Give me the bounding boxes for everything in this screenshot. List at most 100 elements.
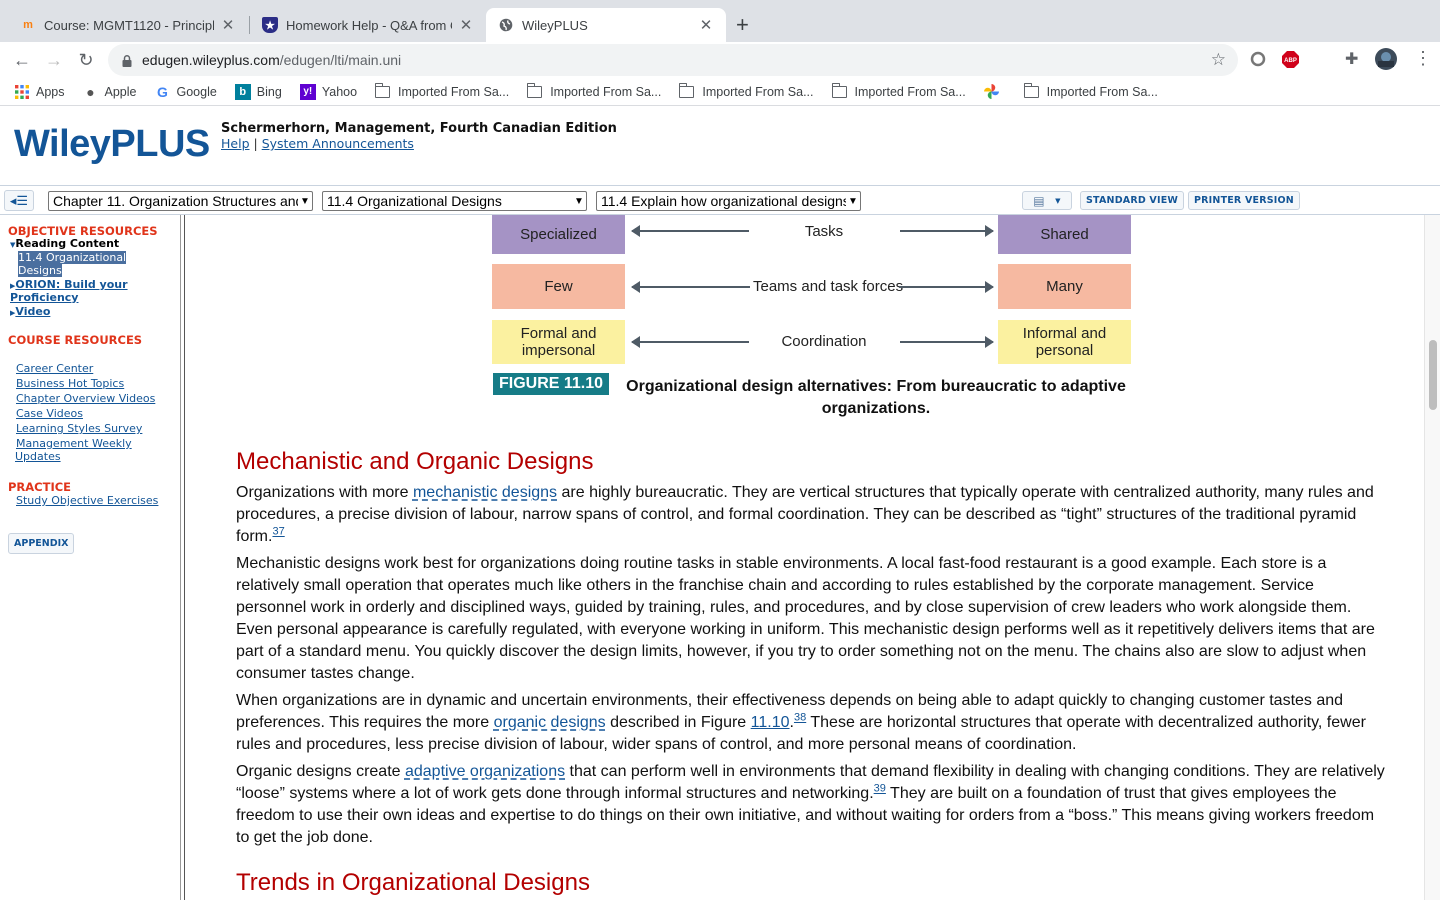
globe-icon [498,17,514,33]
apple-icon: ● [86,83,95,100]
system-announcements-link[interactable]: System Announcements [262,136,414,151]
wileyplus-logo[interactable]: WileyPLUS [14,123,210,166]
tab-title: Course: MGMT1120 - Principles [44,17,214,33]
bookmark-apple[interactable]: ● Apple [83,83,136,100]
bookmark-label: Google [176,84,217,99]
section-heading-mechanistic-organic: Mechanistic and Organic Designs [236,448,594,475]
paragraph-2: Mechanistic designs work best for organi… [236,555,1375,682]
close-icon[interactable]: ✕ [220,16,236,34]
glossary-link-mechanistic-designs[interactable]: mechanistic designs [413,484,557,501]
orion-link[interactable]: ▶ORION: Build your Proficiency [10,278,128,304]
page-options-dropdown[interactable]: ▤ ▼ [1022,191,1072,210]
bookmark-label: Imported From Sa... [398,84,510,99]
sidebar-link-case-videos[interactable]: Case Videos [16,407,83,420]
folder-icon [375,82,391,98]
section-heading-trends: Trends in Organizational Designs [236,869,590,896]
new-tab-button[interactable]: + [736,12,749,38]
lock-icon [122,54,132,67]
bookmark-apps[interactable]: Apps [14,84,65,100]
tab-title: Homework Help - Q&A from Online [286,17,452,33]
chapter-select[interactable]: Chapter 11. Organization Structures and … [48,191,313,211]
chevron-down-icon: ▼ [848,195,858,207]
reload-icon[interactable]: ↻ [76,50,96,71]
bookmark-label: Imported From Sa... [550,84,662,99]
sidebar-link-study-objective-exercises[interactable]: Study Objective Exercises [16,494,158,507]
extension-circle-icon[interactable] [1250,51,1266,72]
text: Organizations with more [236,484,413,501]
address-bar[interactable]: edugen.wileyplus.com/edugen/lti/main.uni… [108,44,1238,76]
chrome-menu-icon[interactable]: ⋮ [1414,48,1432,69]
arrow-right-icon [899,281,994,293]
figure-box-text-line: Informal and [1022,325,1107,342]
glossary-link-organic-designs[interactable]: organic designs [494,714,606,731]
browser-toolbar: ← → ↻ edugen.wileyplus.com/edugen/lti/ma… [0,42,1440,78]
profile-avatar[interactable] [1375,48,1397,75]
figure-box-many: Many [998,264,1131,309]
figure-label-tasks: Tasks [804,223,844,240]
collapse-sidebar-button[interactable]: ◂☰ [4,190,34,211]
bookmark-label: Imported From Sa... [854,84,966,99]
printer-version-button[interactable]: PRINTER VERSION [1188,191,1300,210]
sidebar-link-business-hot-topics[interactable]: Business Hot Topics [16,377,124,390]
close-icon[interactable]: ✕ [458,16,474,34]
figure-box-specialized: Specialized [492,215,625,254]
bookmark-label: Yahoo [321,84,358,99]
tab-homework-help[interactable]: ★ Homework Help - Q&A from Online ✕ [250,8,486,42]
bookmark-label: Imported From Sa... [1046,84,1158,99]
figure-box-shared: Shared [998,215,1131,254]
bookmark-star-icon[interactable]: ☆ [1211,50,1226,70]
bookmark-photos[interactable] [984,84,1006,100]
link-separator: | [253,136,258,151]
left-sidebar: OBJECTIVE RESOURCES ▼Reading Content 11.… [0,215,181,900]
section-select-value: 11.4 Organizational Designs [327,193,502,209]
section-select[interactable]: 11.4 Organizational Designs ▼ [322,191,587,211]
video-link[interactable]: ▶Video [10,305,50,318]
footnote-link-37[interactable]: 37 [272,526,284,538]
bookmark-folder[interactable]: Imported From Sa... [679,82,814,99]
orion-label-line2: Proficiency [10,291,79,304]
footnote-link-38[interactable]: 38 [794,712,806,724]
arrow-left-icon [631,281,750,293]
bookmark-bing[interactable]: b Bing [234,83,282,100]
adblock-plus-icon[interactable]: ABP [1282,51,1299,73]
arrow-right-icon [900,225,994,237]
bookmark-folder[interactable]: Imported From Sa... [375,82,510,99]
footnote-link-39[interactable]: 39 [874,783,886,795]
sidebar-link-management-weekly[interactable]: Management Weekly [16,437,132,450]
standard-view-button[interactable]: STANDARD VIEW [1080,191,1185,210]
bookmark-folder[interactable]: Imported From Sa... [527,82,662,99]
sidebar-link-learning-styles-survey[interactable]: Learning Styles Survey [16,422,142,435]
glossary-link-adaptive-organizations[interactable]: adaptive organizations [405,763,565,780]
content-scrollbar[interactable] [1424,215,1440,900]
scrollbar-thumb[interactable] [1429,340,1437,410]
bookmark-folder[interactable]: Imported From Sa... [1023,82,1158,99]
reading-content-toggle[interactable]: ▼Reading Content [10,237,119,250]
sidebar-link-chapter-overview-videos[interactable]: Chapter Overview Videos [16,392,155,405]
sidebar-link-management-weekly-updates[interactable]: Updates [15,450,61,463]
bookmarks-bar: Apps ● Apple G Google b Bing y! Yahoo Im… [0,78,1440,106]
header-links: Help | System Announcements [221,136,414,151]
tab-course[interactable]: m Course: MGMT1120 - Principles ✕ [8,8,248,42]
objective-select[interactable]: 11.4 Explain how organizational designs … [596,191,861,211]
back-icon[interactable]: ← [12,50,32,71]
figure-reference-link[interactable]: 11.10 [751,714,790,731]
sidebar-item-11-4-organizational-designs[interactable]: 11.4 Organizational Designs [18,251,127,277]
figure-box-informal-and-personal: Informal and personal [998,320,1131,364]
close-icon[interactable]: ✕ [698,16,714,34]
help-link[interactable]: Help [221,136,250,151]
document-icon: ▤ [1033,193,1045,208]
bookmark-yahoo[interactable]: y! Yahoo [299,83,358,100]
tab-wileyplus[interactable]: WileyPLUS ✕ [486,8,726,42]
forward-icon[interactable]: → [44,50,64,71]
bookmark-folder[interactable]: Imported From Sa... [831,82,966,99]
extensions-puzzle-icon[interactable]: ✚ [1345,49,1358,69]
appendix-button[interactable]: APPENDIX [8,533,75,554]
video-label: Video [15,305,51,318]
bookmark-google[interactable]: G Google [154,84,217,100]
reading-content-label: Reading Content [15,237,120,250]
photos-pinwheel-icon [984,84,1000,100]
figure-box-text-line: Formal and [520,325,597,342]
svg-text:ABP: ABP [1284,58,1297,64]
figure-label-teams-and-task-forces: Teams and task forces [753,278,904,295]
sidebar-link-career-center[interactable]: Career Center [16,362,93,375]
